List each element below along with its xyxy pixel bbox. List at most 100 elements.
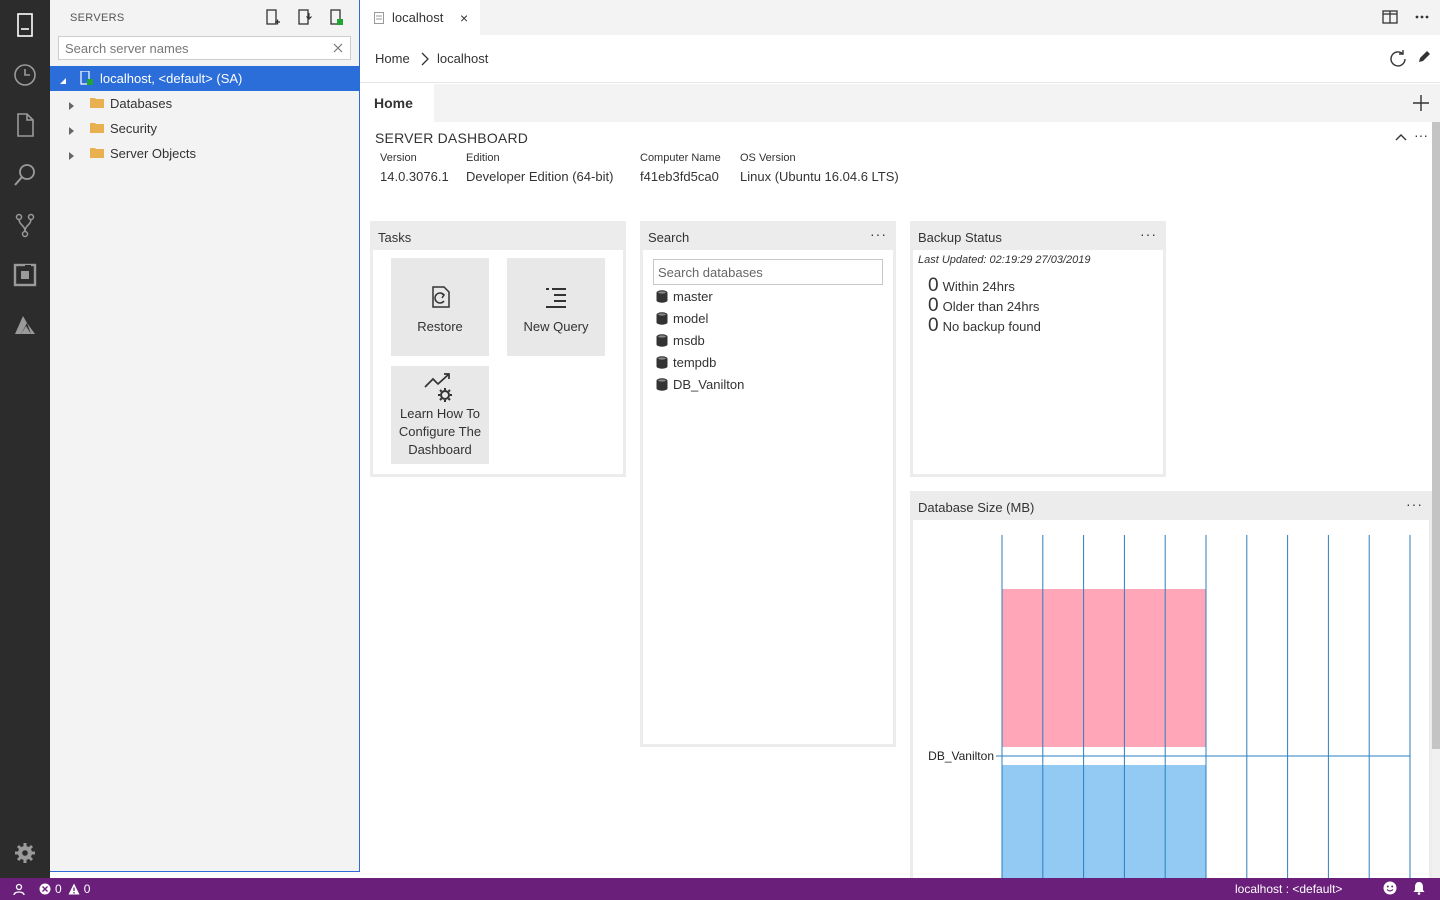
tree-item-databases[interactable]: Databases bbox=[50, 91, 359, 116]
dashboard-file-icon bbox=[374, 12, 384, 24]
property-key: Edition bbox=[466, 152, 500, 164]
collapsed-arrow-icon[interactable] bbox=[67, 99, 77, 110]
property-version: Version 14.0.3076.1 bbox=[380, 152, 449, 184]
connection-status[interactable]: localhost : <default> bbox=[1235, 882, 1342, 896]
database-name: DB_Vanilton bbox=[673, 376, 745, 392]
property-key: Computer Name bbox=[640, 152, 721, 164]
list-item[interactable]: msdb bbox=[656, 331, 705, 349]
trend-settings-icon bbox=[424, 373, 452, 402]
property-key: Version bbox=[380, 152, 417, 164]
explorer-icon[interactable] bbox=[0, 100, 50, 150]
clear-search-icon[interactable] bbox=[331, 41, 345, 55]
database-icon bbox=[656, 311, 668, 325]
scrollbar-thumb[interactable] bbox=[1432, 122, 1440, 749]
property-edition: Edition Developer Edition (64-bit) bbox=[466, 152, 613, 184]
backup-count: 0 bbox=[928, 275, 939, 296]
settings-icon[interactable] bbox=[0, 828, 50, 878]
backup-row: 0 No backup found bbox=[928, 315, 1041, 337]
servers-icon[interactable] bbox=[0, 0, 50, 50]
tab-home[interactable]: Home bbox=[360, 84, 434, 122]
restore-button[interactable]: Restore bbox=[391, 258, 489, 356]
chart-bar-series-2[interactable] bbox=[1002, 765, 1206, 878]
expanded-arrow-icon[interactable] bbox=[58, 74, 68, 84]
backup-status-widget: Backup Status ··· Last Updated: 02:19:29 … bbox=[910, 221, 1166, 477]
database-icon bbox=[656, 333, 668, 347]
feedback-smiley-icon[interactable] bbox=[1383, 881, 1397, 895]
server-connected-icon bbox=[79, 70, 93, 85]
source-control-icon[interactable] bbox=[0, 200, 50, 250]
restore-label: Restore bbox=[417, 319, 463, 334]
more-actions-icon[interactable]: ··· bbox=[1414, 128, 1428, 147]
database-name: tempdb bbox=[673, 354, 717, 370]
list-item[interactable]: model bbox=[656, 309, 708, 327]
list-item[interactable]: DB_Vanilton bbox=[656, 375, 744, 393]
tasks-widget: Tasks Restore New Query Learn How To Con… bbox=[370, 221, 626, 477]
edit-icon[interactable] bbox=[1416, 49, 1432, 72]
property-key: OS Version bbox=[740, 152, 796, 164]
remote-icon[interactable] bbox=[13, 882, 27, 896]
database-search-input[interactable] bbox=[658, 265, 878, 280]
tree-item-label: Security bbox=[110, 121, 157, 136]
backup-label: Within 24hrs bbox=[942, 279, 1015, 294]
dashboard-tabs: Home bbox=[360, 84, 1440, 122]
list-item[interactable]: tempdb bbox=[656, 353, 716, 371]
chevron-right-icon bbox=[419, 51, 431, 67]
configure-label-1: Learn How To bbox=[400, 406, 480, 421]
history-icon[interactable] bbox=[0, 50, 50, 100]
breadcrumb-home[interactable]: Home bbox=[375, 51, 410, 66]
new-server-group-icon[interactable] bbox=[295, 8, 313, 26]
more-actions-icon[interactable]: ··· bbox=[1140, 226, 1157, 242]
status-bar: 0 0 localhost : <default> bbox=[0, 878, 1440, 900]
folder-icon bbox=[90, 147, 104, 161]
more-actions-icon[interactable]: ··· bbox=[870, 226, 887, 242]
widget-title: Search bbox=[648, 230, 690, 245]
tree-item-label: Databases bbox=[110, 96, 173, 111]
new-connection-icon[interactable] bbox=[263, 8, 281, 26]
extensions-icon[interactable] bbox=[0, 250, 50, 300]
database-name: master bbox=[673, 288, 713, 304]
database-icon bbox=[656, 289, 668, 303]
tab-localhost[interactable]: localhost × bbox=[360, 0, 480, 35]
sidebar-header: SERVERS bbox=[50, 0, 359, 36]
list-item[interactable]: master bbox=[656, 287, 713, 305]
close-tab-icon[interactable]: × bbox=[460, 10, 468, 26]
add-tab-icon[interactable] bbox=[1412, 94, 1430, 112]
activity-bar bbox=[0, 0, 50, 878]
new-query-label: New Query bbox=[523, 319, 589, 334]
configure-dashboard-button[interactable]: Learn How To Configure The Dashboard bbox=[391, 366, 489, 464]
database-name: model bbox=[673, 310, 709, 326]
new-query-icon bbox=[546, 288, 566, 308]
split-editor-icon[interactable] bbox=[1382, 9, 1398, 28]
collapse-icon[interactable] bbox=[1394, 130, 1408, 147]
warning-icon bbox=[68, 883, 80, 895]
more-actions-icon[interactable] bbox=[1414, 9, 1430, 28]
error-count: 0 bbox=[55, 882, 62, 896]
breadcrumb-current[interactable]: localhost bbox=[437, 51, 488, 66]
widget-title: Backup Status bbox=[918, 230, 1002, 245]
tree-item-localhost[interactable]: localhost, <default> (SA) bbox=[50, 66, 359, 91]
database-size-chart: DB_Vanilton bbox=[928, 535, 1411, 878]
restore-icon bbox=[432, 286, 450, 308]
tree-item-security[interactable]: Security bbox=[50, 116, 359, 141]
problems-indicator[interactable]: 0 0 bbox=[39, 882, 90, 896]
tree-item-server-objects[interactable]: Server Objects bbox=[50, 141, 359, 166]
property-computer-name: Computer Name f41eb3fd5ca0 bbox=[640, 152, 721, 184]
azure-icon[interactable] bbox=[0, 300, 50, 350]
active-connections-icon[interactable] bbox=[327, 8, 345, 26]
server-search-input[interactable] bbox=[65, 40, 325, 56]
configure-label-2: Configure The bbox=[398, 424, 482, 439]
refresh-icon[interactable] bbox=[1388, 49, 1408, 72]
breadcrumb: Home localhost bbox=[360, 35, 1440, 83]
server-dashboard: SERVER DASHBOARD ··· Version 14.0.3076.1… bbox=[360, 122, 1432, 878]
new-query-button[interactable]: New Query bbox=[507, 258, 605, 356]
chart-bar-series-1[interactable] bbox=[1002, 589, 1206, 747]
dashboard-scrollbar[interactable] bbox=[1432, 122, 1440, 878]
backup-label: No backup found bbox=[942, 319, 1041, 334]
search-icon[interactable] bbox=[0, 150, 50, 200]
notifications-bell-icon[interactable] bbox=[1412, 881, 1426, 895]
more-actions-icon[interactable]: ··· bbox=[1406, 496, 1423, 512]
property-value: f41eb3fd5ca0 bbox=[640, 169, 719, 184]
server-tree: localhost, <default> (SA) Databases Secu… bbox=[50, 66, 359, 166]
collapsed-arrow-icon[interactable] bbox=[67, 149, 77, 160]
collapsed-arrow-icon[interactable] bbox=[67, 124, 77, 135]
